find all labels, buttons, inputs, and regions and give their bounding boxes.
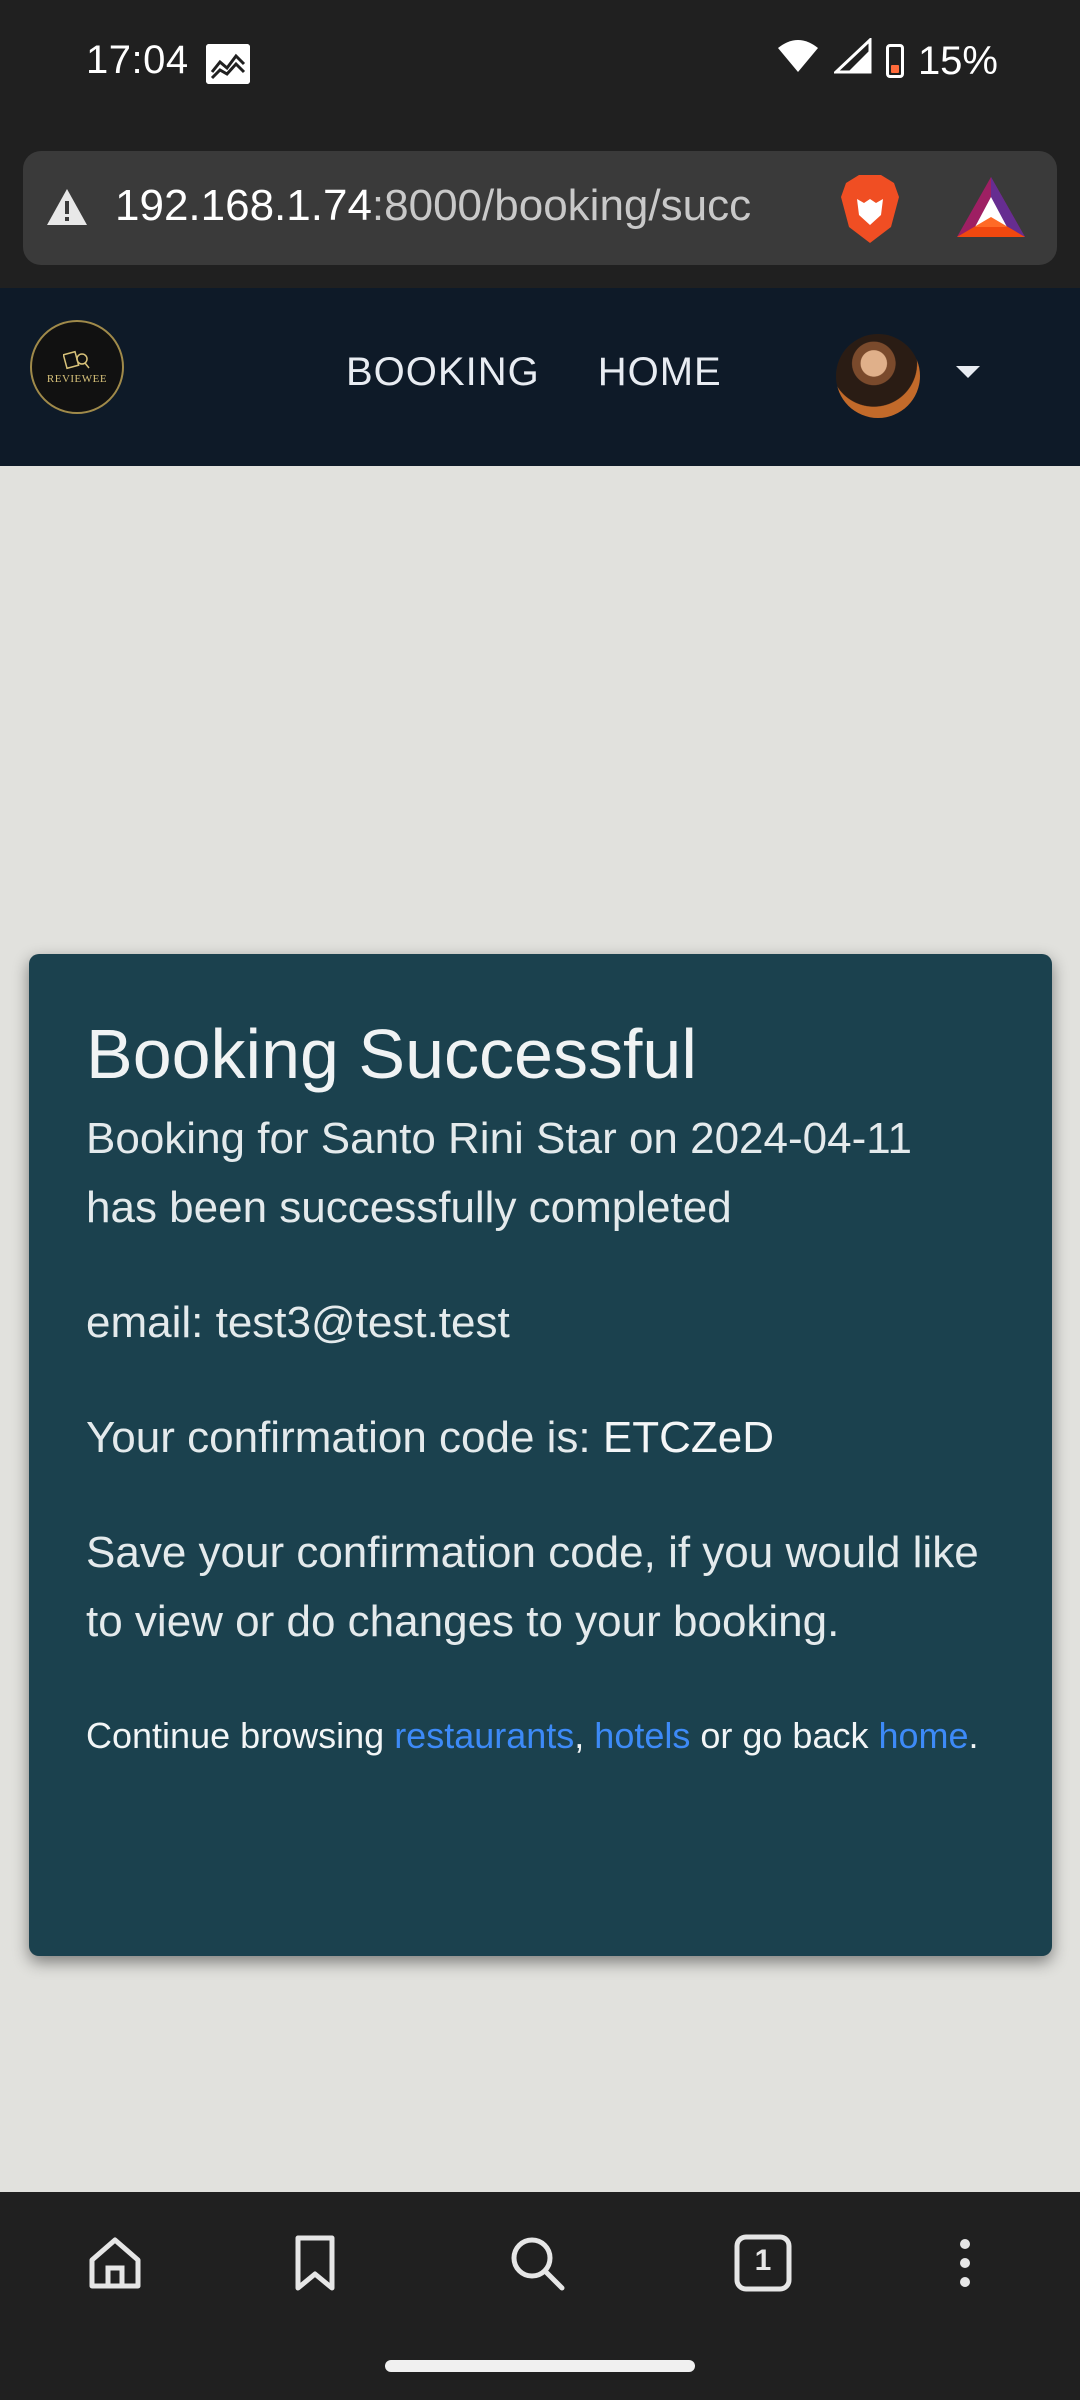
tabs-icon[interactable]: 1 bbox=[734, 2234, 792, 2292]
confirmation-line: Your confirmation code is: ETCZeD bbox=[86, 1403, 995, 1472]
bat-rewards-icon[interactable] bbox=[953, 173, 1029, 243]
hotels-link[interactable]: hotels bbox=[594, 1715, 690, 1756]
booking-success-card: Booking Successful Booking for Santo Rin… bbox=[29, 954, 1052, 1956]
logo-text: REVIEWEE bbox=[46, 373, 108, 385]
site-logo[interactable]: REVIEWEE bbox=[30, 320, 124, 414]
confirmation-prefix: Your confirmation code is: bbox=[86, 1413, 603, 1462]
url-path: :8000/booking/succ bbox=[371, 181, 752, 230]
home-gesture-bar[interactable] bbox=[385, 2360, 695, 2372]
url-bar[interactable]: 192.168.1.74:8000/booking/succ bbox=[23, 151, 1057, 265]
continue-middle: or go back bbox=[690, 1715, 879, 1756]
home-link[interactable]: home bbox=[878, 1715, 968, 1756]
browser-toolbar-top: 192.168.1.74:8000/booking/succ bbox=[0, 130, 1080, 288]
bookmark-icon[interactable] bbox=[286, 2234, 344, 2292]
booking-details: Booking for Santo Rini Star on 2024-04-1… bbox=[86, 1114, 912, 1232]
battery-icon bbox=[885, 44, 904, 78]
more-icon[interactable] bbox=[936, 2234, 994, 2292]
nav-link-home[interactable]: HOME bbox=[598, 350, 722, 395]
search-icon[interactable] bbox=[508, 2234, 566, 2292]
logo-mark-icon bbox=[63, 350, 90, 370]
save-code-note: Save your confirmation code, if you woul… bbox=[86, 1528, 979, 1646]
continue-suffix: . bbox=[968, 1715, 979, 1756]
nav-links: BOOKING HOME bbox=[346, 350, 722, 395]
gesture-area bbox=[0, 2332, 1080, 2400]
status-right-group: 15% bbox=[776, 36, 998, 84]
continue-prefix: Continue browsing bbox=[86, 1715, 395, 1756]
signal-icon bbox=[832, 36, 872, 84]
gallery-icon bbox=[206, 44, 250, 84]
confirmation-code: ETCZeD bbox=[602, 1413, 774, 1462]
url-text[interactable]: 192.168.1.74:8000/booking/succ bbox=[115, 181, 825, 231]
browser-bottom-toolbar: 1 bbox=[0, 2192, 1080, 2334]
user-avatar[interactable] bbox=[836, 334, 920, 418]
tab-count: 1 bbox=[754, 2244, 772, 2277]
booking-email: email: test3@test.test bbox=[86, 1298, 510, 1347]
wifi-icon bbox=[776, 38, 820, 84]
home-icon[interactable] bbox=[86, 2234, 144, 2292]
nav-link-booking[interactable]: BOOKING bbox=[346, 350, 540, 395]
battery-percent: 15% bbox=[917, 38, 998, 83]
restaurants-link[interactable]: restaurants bbox=[394, 1715, 574, 1756]
brave-lion-icon[interactable] bbox=[831, 169, 909, 247]
caret-down-icon[interactable] bbox=[956, 366, 980, 378]
site-navbar: REVIEWEE BOOKING HOME bbox=[0, 288, 1080, 466]
url-host: 192.168.1.74 bbox=[115, 181, 372, 230]
status-time: 17:04 bbox=[86, 38, 189, 82]
card-title: Booking Successful bbox=[86, 1015, 697, 1093]
status-bar: 17:04 15% bbox=[0, 0, 1080, 130]
continue-separator: , bbox=[574, 1715, 595, 1756]
warning-icon[interactable] bbox=[45, 187, 89, 227]
continue-browsing: Continue browsing restaurants, hotels or… bbox=[86, 1702, 995, 1770]
